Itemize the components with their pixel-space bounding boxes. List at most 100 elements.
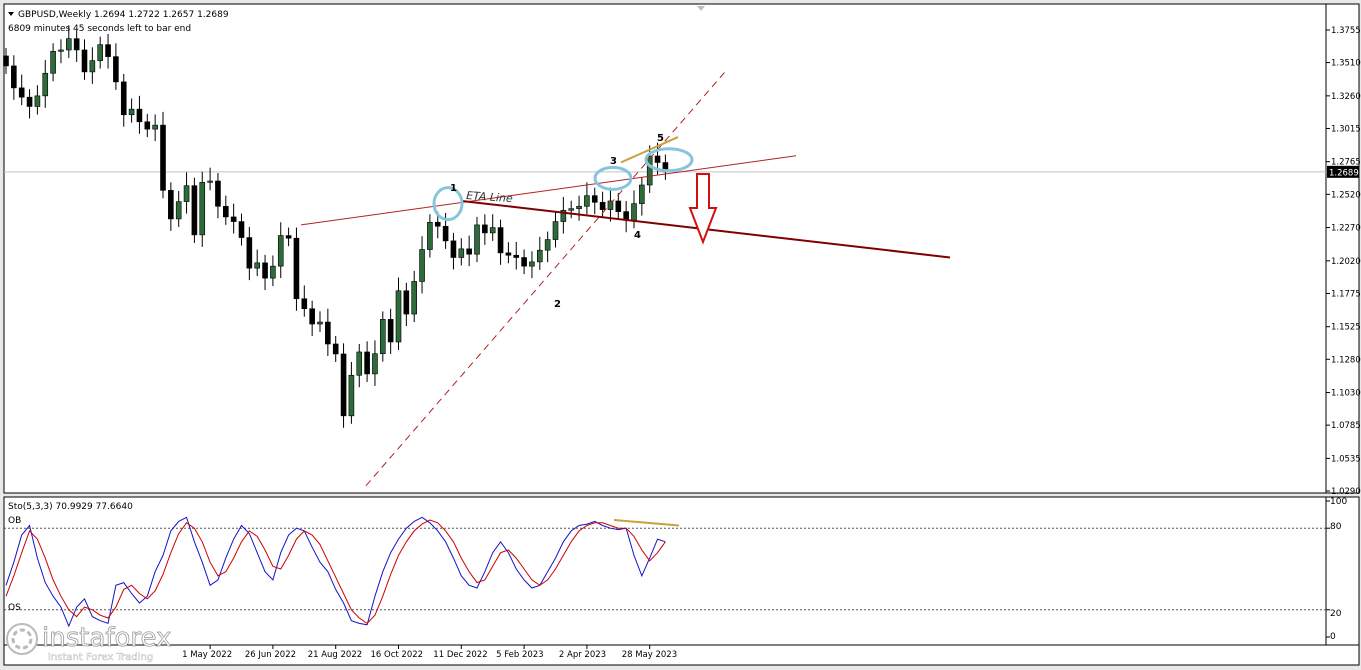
- candle-bear: [505, 252, 512, 256]
- candle-bear: [615, 200, 622, 212]
- candle-bull: [372, 353, 378, 375]
- candle-bull: [152, 124, 158, 130]
- time-tick-label: 16 Oct 2022: [371, 650, 424, 660]
- candle-bear: [160, 124, 166, 191]
- candle-bull: [639, 184, 645, 204]
- ob-label: OB: [8, 516, 21, 526]
- candle-bull: [348, 374, 355, 417]
- stochastic-axis: [1325, 496, 1360, 646]
- candle-bull: [277, 235, 284, 267]
- time-tick-label: 28 May 2023: [622, 650, 677, 660]
- candle-bear: [168, 190, 174, 220]
- price-tick-label: 1.2020: [1331, 257, 1361, 267]
- candle-bear: [223, 205, 229, 218]
- time-tick-label: 11 Dec 2022: [433, 650, 487, 660]
- candle-bear: [262, 262, 268, 279]
- candle-bear: [387, 319, 394, 343]
- price-tick-label: 1.1030: [1331, 389, 1361, 399]
- price-tick-label: 1.3015: [1331, 124, 1361, 134]
- time-tick-label: 2 Apr 2023: [559, 650, 606, 660]
- candle-bull: [576, 205, 582, 209]
- chart-window: 1.3755 1.3510 1.3260 1.3015 1.2765 1.2520 1.22…: [0, 0, 1361, 666]
- candle-bull: [536, 249, 543, 263]
- candle-bear: [191, 185, 198, 236]
- candle-bear: [113, 56, 119, 83]
- candle-bull: [175, 201, 182, 220]
- candle-bear: [246, 237, 253, 269]
- candle-bear: [654, 155, 661, 163]
- candle-bear: [301, 298, 308, 310]
- time-tick-label: 5 Feb 2023: [496, 650, 543, 660]
- candle-bull: [379, 319, 386, 354]
- candle-bull: [317, 321, 323, 325]
- candle-bull: [34, 95, 41, 107]
- price-tick-label: 1.3755: [1331, 26, 1361, 36]
- wave-label-5: 5: [657, 133, 664, 144]
- main-panel: [3, 3, 1327, 494]
- candle-bear: [450, 240, 457, 258]
- candle-bear: [81, 49, 88, 73]
- candle-bear: [26, 96, 33, 107]
- watermark-brand: instaforex: [42, 623, 171, 653]
- candle-bear: [591, 195, 598, 203]
- candle-bear: [73, 38, 80, 51]
- current-price-label: 1.2689: [1329, 168, 1359, 178]
- candle-bear: [144, 121, 151, 130]
- candle-bear: [230, 216, 237, 222]
- candle-bull: [427, 221, 433, 250]
- candle-bear: [403, 290, 410, 315]
- candle-bear: [442, 225, 449, 242]
- candle-bull: [42, 72, 49, 97]
- sto-tick-0: 0: [1330, 632, 1336, 642]
- candle-bull: [207, 180, 213, 183]
- candle-bull: [58, 49, 64, 52]
- candle-bull: [552, 221, 559, 240]
- candle-bull: [270, 265, 276, 279]
- sto-tick-100: 100: [1330, 497, 1347, 507]
- candle-bear: [293, 237, 300, 300]
- candle-bear: [309, 308, 315, 325]
- price-tick-label: 1.1525: [1331, 323, 1361, 333]
- sto-tick-20: 20: [1330, 609, 1342, 619]
- watermark-tagline: Instant Forex Trading: [48, 652, 153, 663]
- candle-bear: [434, 221, 441, 227]
- candle-bull: [199, 182, 206, 236]
- price-tick-label: 1.2270: [1331, 224, 1361, 234]
- candle-bull: [128, 108, 135, 116]
- candle-bear: [285, 235, 292, 239]
- candle-bull: [419, 249, 425, 282]
- price-tick-label: 1.1775: [1331, 289, 1361, 299]
- price-tick-label: 1.2520: [1331, 190, 1361, 200]
- price-tick-label: 1.0290: [1331, 487, 1361, 497]
- os-label: OS: [8, 603, 21, 613]
- price-axis: [1325, 3, 1360, 494]
- wave-label-1: 1: [450, 183, 457, 194]
- stochastic-title: Sto(5,3,3) 70.9929 77.6640: [8, 502, 133, 512]
- wave-label-4: 4: [634, 230, 641, 241]
- candle-bull: [395, 290, 402, 343]
- candle-bear: [105, 44, 111, 57]
- candle-bear: [11, 65, 17, 89]
- time-tick-label: 21 Aug 2022: [308, 650, 362, 660]
- price-tick-label: 1.3510: [1331, 59, 1361, 69]
- candle-bull: [529, 261, 535, 267]
- candle-bear: [466, 248, 472, 255]
- candle-bear: [120, 81, 127, 116]
- price-tick-label: 1.3260: [1331, 92, 1361, 102]
- price-tick-label: 1.0535: [1331, 454, 1361, 464]
- candle-bear: [215, 180, 221, 207]
- candle-bear: [325, 321, 331, 345]
- sto-tick-80: 80: [1330, 522, 1342, 532]
- wave-label-3: 3: [610, 156, 617, 167]
- candle-bull: [489, 227, 496, 234]
- candle-bear: [332, 343, 339, 355]
- candle-bull: [474, 224, 480, 255]
- candle-bull: [631, 203, 637, 221]
- candle-bear: [521, 257, 527, 267]
- candle-bull: [411, 281, 418, 315]
- candle-bear: [3, 55, 9, 67]
- candle-bear: [513, 254, 520, 258]
- candle-bull: [89, 60, 96, 73]
- candle-bull: [458, 248, 465, 258]
- candle-bear: [364, 351, 370, 375]
